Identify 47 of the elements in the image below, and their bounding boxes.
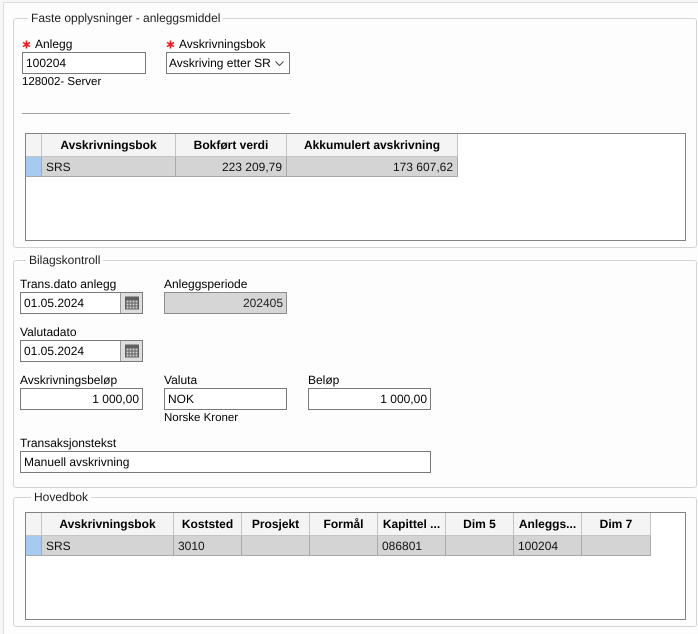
dropdown[interactable]: Avskriving etter SR <box>166 52 290 74</box>
group-title: Hovedbok <box>33 490 90 504</box>
chevron-down-icon <box>275 60 284 66</box>
field-label: Avskrivningsbeløp <box>20 373 118 387</box>
column-header[interactable]: Koststed <box>174 513 242 536</box>
calendar-icon <box>124 344 138 358</box>
date-field[interactable]: 01.05.2024 <box>20 292 143 314</box>
field-label: Anleggsperiode <box>164 277 248 291</box>
date-field[interactable]: 01.05.2024 <box>20 340 143 362</box>
field-label: Avskrivningsbok <box>179 37 266 51</box>
table-cell: 100204 <box>514 536 582 556</box>
field-description: Norske Kroner <box>164 411 240 425</box>
column-header[interactable]: Avskrivningsbok <box>42 513 174 536</box>
field-label: Transaksjonstekst <box>20 436 116 450</box>
table-cell: 086801 <box>378 536 446 556</box>
column-header[interactable]: Dim 7 <box>582 513 651 536</box>
text-field[interactable]: 1 000,00 <box>308 388 431 410</box>
text-field[interactable]: Manuell avskrivning <box>20 451 431 473</box>
table-cell: SRS <box>42 536 174 556</box>
table-cell: 3010 <box>174 536 242 556</box>
column-header[interactable]: Akkumulert avskrivning <box>287 134 458 157</box>
column-header[interactable]: Dim 5 <box>446 513 514 536</box>
column-header[interactable]: Avskrivningsbok <box>42 134 176 157</box>
column-header[interactable]: Prosjekt <box>242 513 310 536</box>
field-label: Beløp <box>308 373 340 387</box>
calendar-button[interactable] <box>120 293 142 313</box>
field-label: Anlegg <box>35 37 72 51</box>
text-field[interactable]: 1 000,00 <box>20 388 143 410</box>
column-header[interactable]: Bokført verdi <box>176 134 287 157</box>
text-field[interactable]: NOK <box>164 388 287 410</box>
group-title: Faste opplysninger - anleggsmiddel <box>30 11 222 25</box>
table-cell: SRS <box>42 157 176 177</box>
field-label: Trans.dato anlegg <box>20 277 116 291</box>
text-field[interactable]: 100204 <box>22 52 146 74</box>
column-header[interactable]: Kapittel ... <box>378 513 446 536</box>
calendar-icon <box>124 296 138 310</box>
table-cell: 223 209,79 <box>176 157 287 177</box>
calendar-button[interactable] <box>120 341 142 361</box>
table-row[interactable]: SRS 3010 086801 100204 <box>26 536 651 556</box>
column-header[interactable]: Formål <box>310 513 378 536</box>
table-cell: 173 607,62 <box>287 157 458 177</box>
field-label: Valuta <box>164 373 198 387</box>
group-title: Bilagskontroll <box>28 253 102 267</box>
column-header[interactable]: Anleggs... <box>514 513 582 536</box>
field-label: Valutadato <box>20 325 76 339</box>
field-description: 128002- Server <box>22 75 102 89</box>
table-row[interactable]: SRS 223 209,79 173 607,62 <box>26 157 458 177</box>
